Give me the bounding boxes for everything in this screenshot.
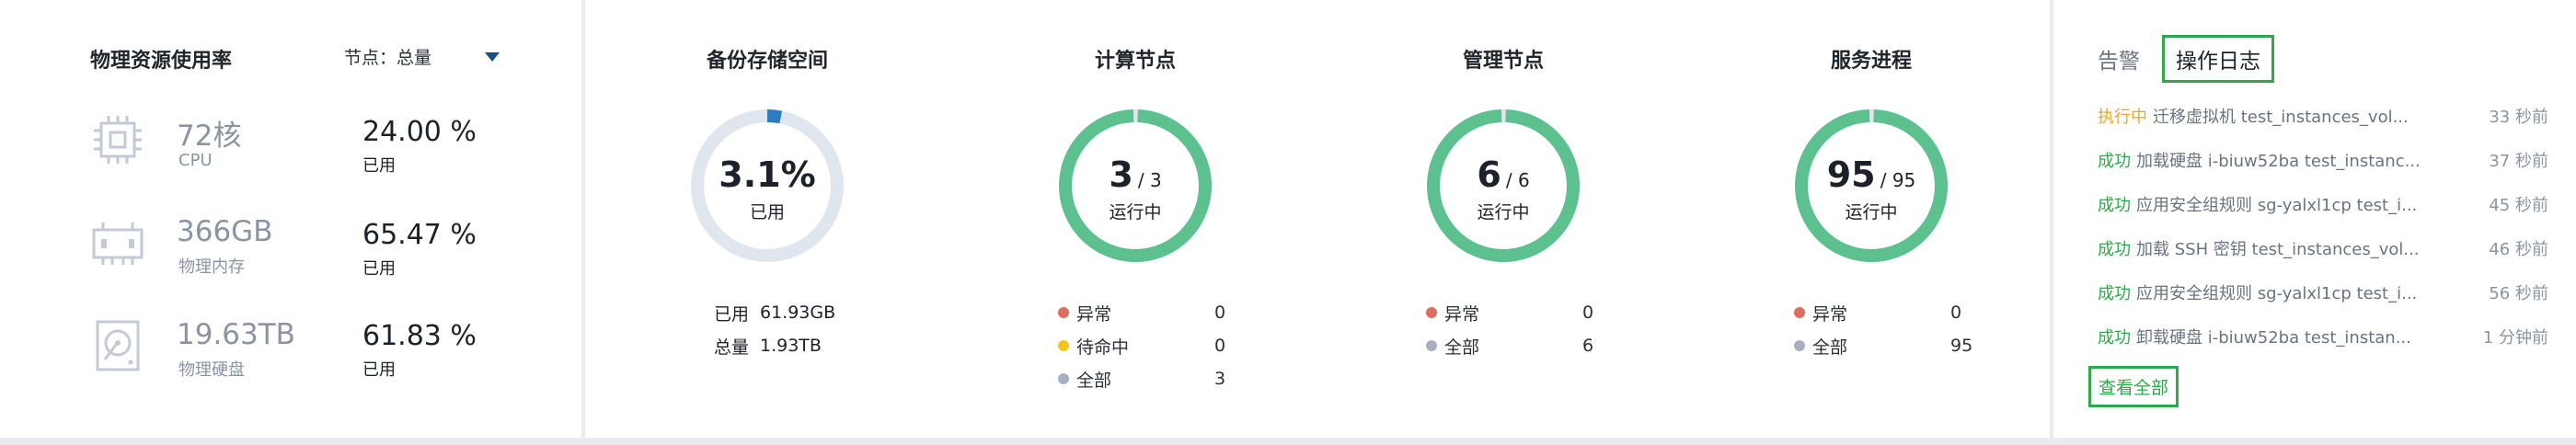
compute-legend: 异常 0 待命中 0 全部 3 [1058, 296, 1225, 395]
tab-alerts[interactable]: 告警 [2098, 38, 2151, 80]
management-title: 管理节点 [1462, 50, 1544, 73]
compute-total: / 3 [1137, 169, 1162, 191]
legend-count: 95 [1950, 336, 1973, 356]
log-time: 45 秒前 [2489, 196, 2548, 215]
activity-panel: 告警 操作日志 执行中 迁移虚拟机 test_instances_vol... … [2053, 0, 2576, 438]
node-selector-label: 节点：总量 [344, 48, 432, 68]
log-text: 卸载硬盘 i-biuw52ba test_instan... [2136, 328, 2411, 348]
log-time: 1 分钟前 [2482, 328, 2548, 348]
log-item[interactable]: 成功 加载 SSH 密钥 test_instances_vol... 46 秒前 [2098, 226, 2548, 270]
log-text: 应用安全组规则 sg-yalxl1cp test_i... [2136, 284, 2418, 303]
management-legend: 异常 0 全部 6 [1426, 296, 1593, 362]
memory-label: 物理内存 [178, 257, 245, 277]
legend-count: 0 [1214, 302, 1226, 323]
neutral-dot-icon [1426, 340, 1437, 351]
danger-dot-icon [1426, 307, 1437, 318]
log-status: 成功 [2098, 284, 2131, 303]
services-label: 运行中 [1845, 202, 1898, 222]
physical-resources-panel: 物理资源使用率 节点：总量 72核 CPU 24.00 % 已用 366GB 物… [0, 0, 581, 438]
disk-amount: 19.63TB [177, 318, 295, 351]
legend-count: 0 [1214, 336, 1226, 356]
cpu-percent: 24.00 % [362, 116, 477, 148]
operation-log-list: 执行中 迁移虚拟机 test_instances_vol... 33 秒前 成功… [2098, 94, 2548, 359]
log-item[interactable]: 成功 卸载硬盘 i-biuw52ba test_instan... 1 分钟前 [2098, 314, 2548, 359]
log-status: 成功 [2098, 240, 2131, 259]
log-text: 迁移虚拟机 test_instances_vol... [2153, 108, 2409, 127]
log-status: 成功 [2098, 328, 2131, 348]
memory-percent: 65.47 % [362, 219, 477, 251]
legend-label: 异常 [1812, 303, 1848, 325]
activity-tabs: 告警 操作日志 [2098, 35, 2274, 83]
node-selector[interactable]: 节点：总量 [344, 44, 500, 69]
storage-total-key: 总量 [714, 337, 750, 358]
legend-label: 待命中 [1076, 337, 1130, 358]
log-time: 33 秒前 [2489, 108, 2548, 127]
legend-label: 异常 [1076, 303, 1112, 325]
legend-label: 异常 [1444, 303, 1480, 325]
management-label: 运行中 [1477, 202, 1530, 222]
resources-title: 物理资源使用率 [90, 50, 233, 73]
log-status: 执行中 [2098, 108, 2147, 127]
services-legend: 异常 0 全部 95 [1794, 296, 1972, 362]
legend-count: 3 [1214, 369, 1226, 389]
warning-dot-icon [1058, 340, 1069, 351]
hard-disk-icon [96, 320, 140, 371]
storage-used-value: 61.93GB [760, 302, 836, 323]
memory-amount: 366GB [177, 215, 273, 248]
compute-running: 3 [1109, 154, 1133, 195]
cpu-chip-icon [94, 116, 142, 164]
legend-label: 全部 [1812, 337, 1848, 358]
memory-module-icon [92, 222, 144, 265]
storage-label: 已用 [749, 202, 785, 222]
services-title: 服务进程 [1830, 50, 1912, 73]
disk-percent: 61.83 % [362, 320, 477, 352]
management-running: 6 [1477, 154, 1501, 195]
management-total: / 6 [1505, 169, 1530, 191]
compute-label: 运行中 [1109, 202, 1162, 222]
compute-title: 计算节点 [1094, 50, 1176, 73]
services-total: / 95 [1880, 169, 1916, 191]
disk-label: 物理硬盘 [178, 360, 245, 380]
legend-label: 全部 [1444, 337, 1480, 358]
log-item[interactable]: 成功 加载硬盘 i-biuw52ba test_instanc... 37 秒前 [2098, 138, 2548, 182]
caret-down-icon [485, 51, 500, 62]
legend-count: 0 [1582, 302, 1594, 323]
storage-percent: 3.1% [719, 154, 816, 195]
legend-count: 6 [1582, 336, 1594, 356]
log-text: 加载 SSH 密钥 test_instances_vol... [2136, 240, 2420, 259]
danger-dot-icon [1058, 307, 1069, 318]
services-running: 95 [1826, 154, 1876, 195]
tab-operation-log[interactable]: 操作日志 [2162, 35, 2274, 83]
log-time: 37 秒前 [2489, 152, 2548, 171]
log-text: 加载硬盘 i-biuw52ba test_instanc... [2136, 152, 2421, 171]
cpu-percent-label: 已用 [362, 156, 396, 176]
log-item[interactable]: 执行中 迁移虚拟机 test_instances_vol... 33 秒前 [2098, 94, 2548, 138]
danger-dot-icon [1794, 307, 1805, 318]
log-time: 46 秒前 [2489, 240, 2548, 259]
log-time: 56 秒前 [2489, 284, 2548, 303]
cpu-label: CPU [178, 151, 213, 170]
view-all-button[interactable]: 查看全部 [2088, 366, 2179, 407]
cpu-amount: 72核 [177, 120, 242, 153]
neutral-dot-icon [1058, 373, 1069, 384]
log-item[interactable]: 成功 应用安全组规则 sg-yalxl1cp test_i... 56 秒前 [2098, 270, 2548, 314]
log-status: 成功 [2098, 196, 2131, 215]
storage-title: 备份存储空间 [706, 50, 828, 73]
disk-percent-label: 已用 [362, 360, 396, 380]
storage-total-value: 1.93TB [760, 336, 822, 356]
legend-count: 0 [1950, 302, 1962, 323]
overview-rings-panel: 备份存储空间 3.1% 已用 已用 61.93GB 总量 1.93TB 计算节点 3… [585, 0, 2050, 438]
memory-percent-label: 已用 [362, 259, 396, 279]
log-item[interactable]: 成功 应用安全组规则 sg-yalxl1cp test_i... 45 秒前 [2098, 182, 2548, 226]
storage-used-key: 已用 [714, 303, 750, 325]
log-text: 应用安全组规则 sg-yalxl1cp test_i... [2136, 196, 2418, 215]
legend-label: 全部 [1076, 370, 1112, 391]
neutral-dot-icon [1794, 340, 1805, 351]
log-status: 成功 [2098, 152, 2131, 171]
